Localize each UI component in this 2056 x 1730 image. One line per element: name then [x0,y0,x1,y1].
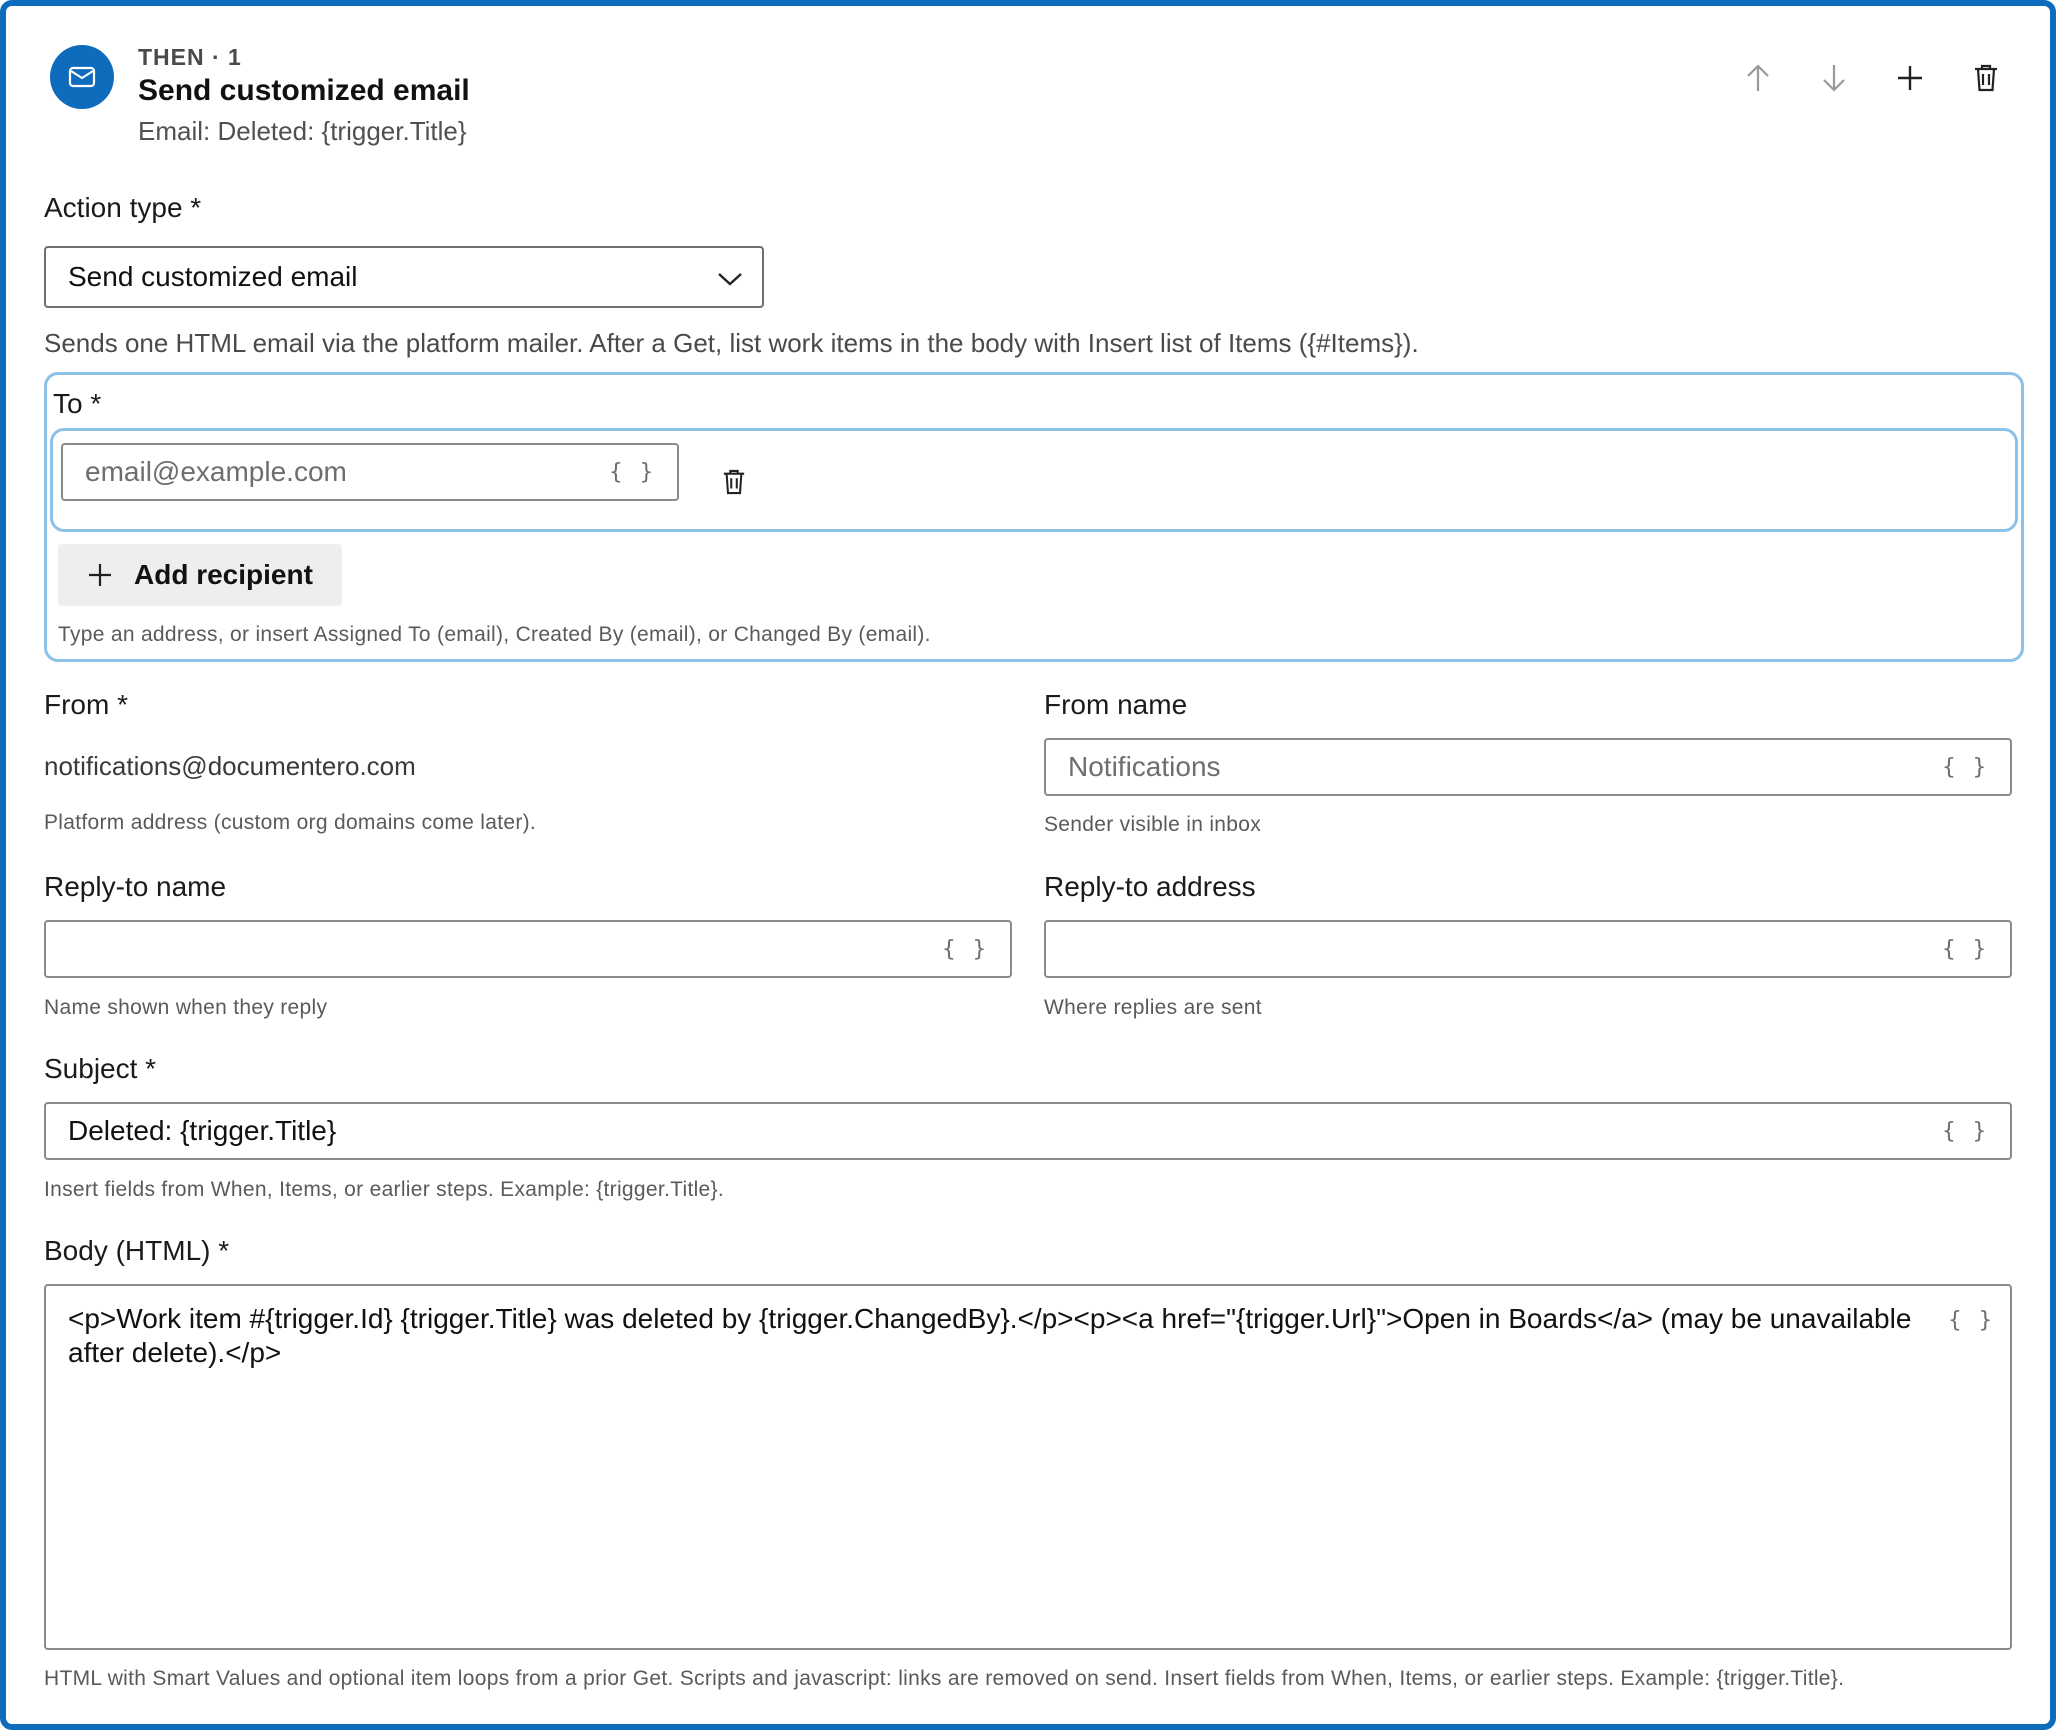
from-help: Platform address (custom org domains com… [44,811,537,834]
add-recipient-button[interactable]: Add recipient [58,544,342,606]
trash-icon [723,469,745,495]
plus-icon [89,564,111,586]
action-type-description: Sends one HTML email via the platform ma… [44,328,1419,358]
from-value: notifications@documentero.com [44,751,416,781]
insert-field-button[interactable]: { } [1942,1119,1988,1144]
body-label: Body (HTML) * [44,1235,230,1266]
from-name-label: From name [1044,689,1188,720]
insert-field-button[interactable]: { } [1942,755,1988,780]
plus-icon [1898,66,1922,90]
reply-to-address-label: Reply-to address [1044,871,1256,902]
insert-field-button[interactable]: { } [609,460,655,485]
subject-input[interactable]: Deleted: {trigger.Title} { } [44,1102,2012,1160]
step-title: Send customized email [138,74,470,107]
body-textarea[interactable]: <p>Work item #{trigger.Id} {trigger.Titl… [44,1284,2012,1650]
reply-to-name-help: Name shown when they reply [44,996,328,1019]
insert-field-button[interactable]: { } [942,937,988,962]
from-name-input[interactable]: Notifications { } [1044,738,2012,796]
action-type-select[interactable]: Send customized email [44,246,764,308]
action-type-label: Action type * [44,192,202,223]
to-help: Type an address, or insert Assigned To (… [58,623,931,646]
reply-to-name-label: Reply-to name [44,871,227,902]
from-label: From * [44,689,128,720]
arrow-up-icon [1747,64,1769,91]
trash-icon [1975,64,1997,92]
move-up-button[interactable] [1738,58,1778,98]
reply-to-name-input[interactable]: { } [44,920,1012,978]
reply-to-address-input[interactable]: { } [1044,920,2012,978]
subject-label: Subject * [44,1053,157,1084]
step-subtitle: Email: Deleted: {trigger.Title} [138,116,467,146]
arrow-down-icon [1823,65,1845,92]
remove-recipient-button[interactable] [714,462,754,502]
add-step-button[interactable] [1890,58,1930,98]
step-actions [1738,58,2006,98]
recipient-input[interactable]: email@example.com { } [61,443,679,501]
chevron-down-icon [718,273,742,286]
body-help: HTML with Smart Values and optional item… [44,1667,1845,1690]
action-type-value: Send customized email [68,261,358,292]
reply-to-address-help: Where replies are sent [1044,996,1262,1019]
action-card: THEN · 1 Send customized email Email: De… [0,0,2056,1730]
mail-icon [50,45,114,109]
recipient-placeholder: email@example.com [85,456,347,487]
subject-help: Insert fields from When, Items, or earli… [44,1178,724,1201]
subject-value: Deleted: {trigger.Title} [68,1115,337,1146]
delete-step-button[interactable] [1966,58,2006,98]
from-name-placeholder: Notifications [1068,751,1221,782]
move-down-button[interactable] [1814,58,1854,98]
step-eyebrow: THEN · 1 [138,44,242,70]
from-name-help: Sender visible in inbox [1044,813,1262,836]
insert-field-button[interactable]: { } [1942,937,1988,962]
to-label: To * [53,388,102,419]
add-recipient-label: Add recipient [134,559,313,590]
insert-field-button[interactable]: { } [1948,1304,1994,1338]
body-value: <p>Work item #{trigger.Id} {trigger.Titl… [68,1303,1912,1368]
